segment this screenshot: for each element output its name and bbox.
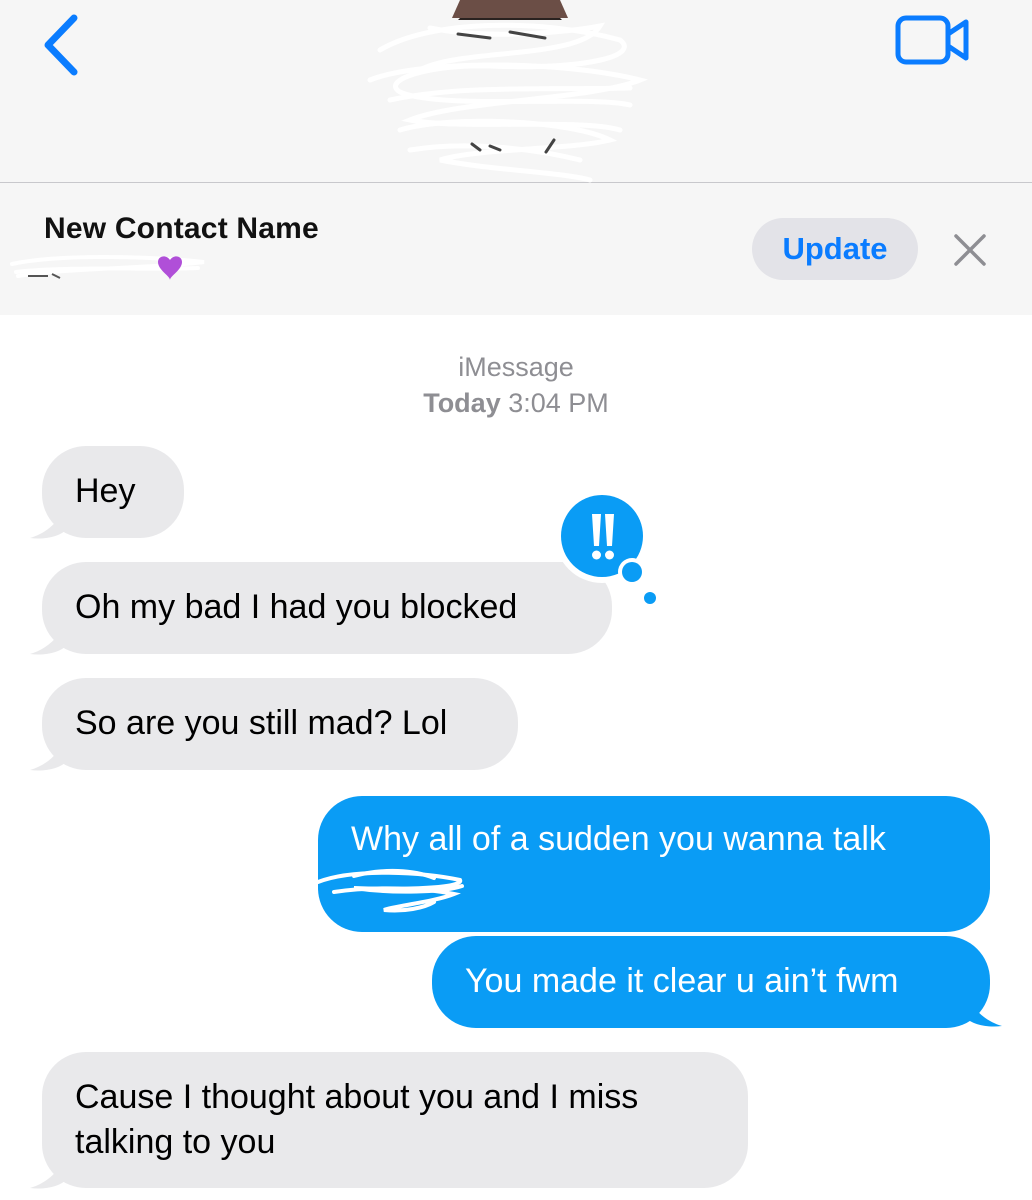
message-bubble-incoming[interactable]: Oh my bad I had you blocked [42,562,612,654]
message-bubble-incoming[interactable]: So are you still mad? Lol [42,678,518,770]
update-button[interactable]: Update [752,218,918,280]
video-camera-icon[interactable] [892,12,974,68]
message-text: Cause I thought about you and I miss [75,1078,639,1116]
conversation-header [0,0,1032,183]
contact-avatar[interactable] [340,0,660,190]
timestamp-time: 3:04 PM [508,388,609,418]
redacted-text-scribble [316,868,464,913]
service-label: iMessage [458,352,574,382]
message-text: You made it clear u ain’t fwm [465,962,899,1000]
message-text: Why all of a sudden you wanna talk [351,820,886,858]
message-text: talking to you [75,1123,276,1161]
message-text: So are you still mad? Lol [75,704,448,742]
message-bubble-incoming[interactable]: Hey [42,446,184,538]
message-bubble-outgoing[interactable]: You made it clear u ain’t fwm [432,936,990,1028]
timestamp-day: Today [423,388,501,418]
redacted-name-scribble [10,255,205,280]
close-x-icon[interactable] [950,230,990,270]
banner-title: New Contact Name [44,212,319,245]
message-text: Oh my bad I had you blocked [75,588,518,626]
message-timestamp: Today 3:04 PM [0,388,1032,419]
chevron-left-icon[interactable] [34,10,94,80]
message-text: Hey [75,472,136,510]
message-bubble-incoming[interactable]: Cause I thought about you and I miss tal… [42,1052,748,1188]
emphasis-tapback-icon[interactable] [552,488,672,608]
